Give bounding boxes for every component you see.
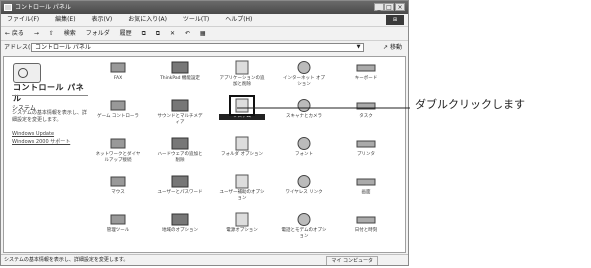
callout-overlay bbox=[237, 107, 410, 109]
callout-text: ダブルクリックします bbox=[415, 98, 525, 111]
